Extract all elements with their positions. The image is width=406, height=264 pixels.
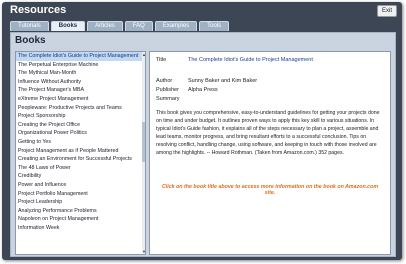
tab-tools[interactable]: Tools bbox=[199, 21, 230, 31]
book-list-item[interactable]: Influence Without Authority bbox=[16, 78, 145, 87]
summary-text: This book gives you comprehensive, easy-… bbox=[156, 110, 380, 156]
book-list-item[interactable]: Getting to Yes bbox=[16, 138, 145, 147]
title-bar: Resources Exit bbox=[2, 2, 402, 19]
books-panel: Books The Complete Idiot's Guide to Proj… bbox=[10, 32, 396, 257]
book-list-item[interactable]: The Mythical Man-Month bbox=[16, 69, 145, 78]
book-list-item[interactable]: The Project Manager's MBA bbox=[16, 86, 145, 95]
book-list-item[interactable]: Organizational Power Politics bbox=[16, 129, 145, 138]
section-heading: Books bbox=[15, 35, 46, 46]
tab-faq[interactable]: FAQ bbox=[124, 21, 153, 31]
author-label: Author bbox=[156, 78, 173, 84]
book-list-item[interactable]: Creating the Project Office bbox=[16, 121, 145, 130]
title-label: Title bbox=[156, 57, 167, 63]
author-value: Sunny Baker and Kim Baker bbox=[188, 78, 258, 84]
window-title: Resources bbox=[10, 4, 67, 16]
book-list-item[interactable]: The Perpetual Enterprise Machine bbox=[16, 61, 145, 70]
scroll-up-icon[interactable]: ▲ bbox=[142, 52, 145, 57]
book-title-link[interactable]: The Complete Idiot's Guide to Project Ma… bbox=[188, 57, 313, 63]
book-list-item[interactable]: Project Sponsorship bbox=[16, 112, 145, 121]
tab-articles[interactable]: Articles bbox=[87, 21, 123, 31]
book-list-item[interactable]: The Complete Idiot's Guide to Project Ma… bbox=[16, 52, 145, 61]
tab-examples[interactable]: Examples bbox=[154, 21, 198, 31]
resources-window: Resources Exit Tutorials Books Articles … bbox=[2, 2, 402, 260]
book-list-item[interactable]: eXtreme Project Management bbox=[16, 95, 145, 104]
publisher-label: Publisher bbox=[156, 87, 179, 93]
tab-tutorials[interactable]: Tutorials bbox=[10, 21, 49, 31]
book-list-item[interactable]: The 48 Laws of Power bbox=[16, 164, 145, 173]
book-list-item[interactable]: Project Portfolio Management bbox=[16, 190, 145, 199]
book-list-item[interactable]: Project Management as if People Mattered bbox=[16, 147, 145, 156]
tab-books[interactable]: Books bbox=[50, 21, 86, 31]
amazon-note: Click on the book title above to access … bbox=[161, 184, 379, 196]
book-list-item[interactable]: Creating an Environment for Successful P… bbox=[16, 155, 145, 164]
book-list-item[interactable]: Peopleware: Productive Projects and Team… bbox=[16, 104, 145, 113]
book-list-item[interactable]: Napoleon on Project Management bbox=[16, 215, 145, 224]
book-list-items: The Complete Idiot's Guide to Project Ma… bbox=[16, 52, 145, 232]
book-list-item[interactable]: Power and Influence bbox=[16, 181, 145, 190]
book-detail-pane: Title The Complete Idiot's Guide to Proj… bbox=[149, 51, 391, 255]
book-list[interactable]: The Complete Idiot's Guide to Project Ma… bbox=[15, 51, 146, 255]
book-list-item[interactable]: Analyzing Performance Problems bbox=[16, 207, 145, 216]
list-scrollbar[interactable]: ▲ ▼ bbox=[142, 52, 145, 254]
scroll-thumb[interactable] bbox=[142, 122, 145, 162]
scroll-down-icon[interactable]: ▼ bbox=[142, 249, 145, 254]
tab-bar: Tutorials Books Articles FAQ Examples To… bbox=[10, 21, 230, 31]
summary-label: Summary bbox=[156, 96, 180, 102]
book-list-item[interactable]: Information Week bbox=[16, 224, 145, 233]
exit-button[interactable]: Exit bbox=[377, 5, 397, 17]
book-list-item[interactable]: Credibility bbox=[16, 172, 145, 181]
book-list-item[interactable]: Project Leadership bbox=[16, 198, 145, 207]
publisher-value: Alpha Press bbox=[188, 87, 218, 93]
